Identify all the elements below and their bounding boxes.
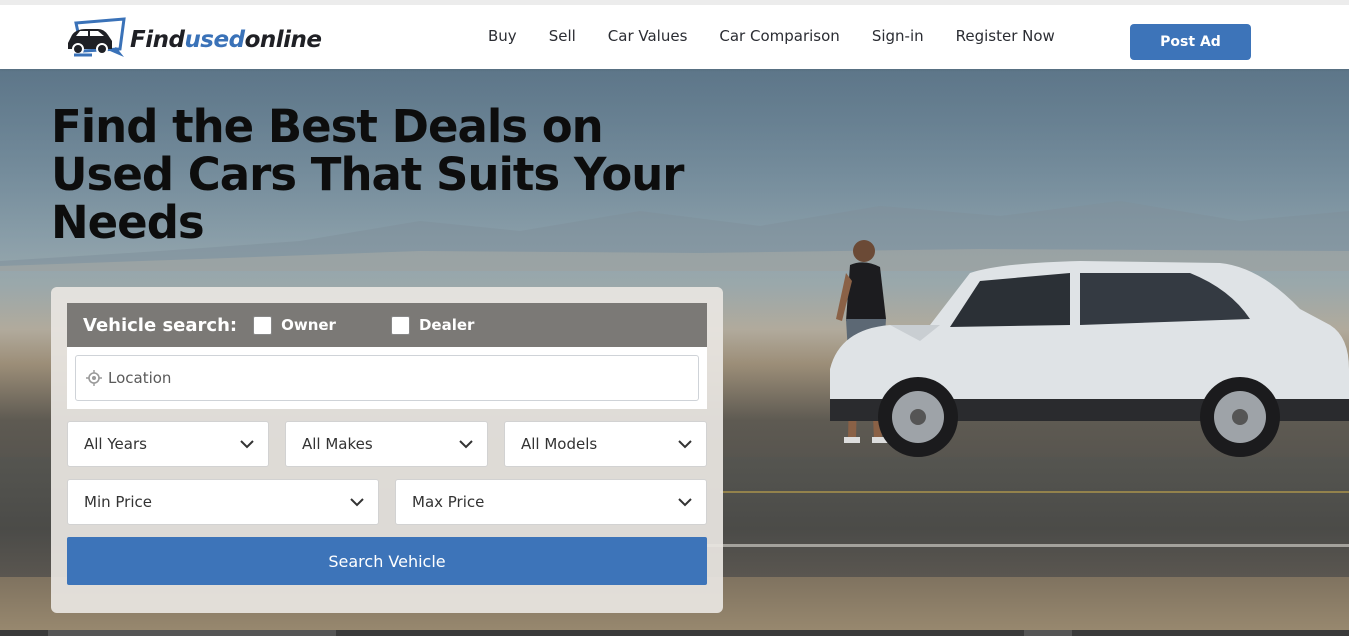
- makes-select-value: All Makes: [302, 435, 373, 453]
- nav-sign-in[interactable]: Sign-in: [872, 27, 924, 45]
- post-ad-button[interactable]: Post Ad: [1130, 24, 1251, 60]
- nav-register-now[interactable]: Register Now: [956, 27, 1055, 45]
- main-nav: Buy Sell Car Values Car Comparison Sign-…: [488, 27, 1087, 45]
- vehicle-search-header: Vehicle search: Owner Dealer: [67, 303, 707, 347]
- logo-text-used: used: [184, 27, 245, 53]
- location-input[interactable]: [75, 355, 699, 401]
- models-select-value: All Models: [521, 435, 598, 453]
- hero-headline: Find the Best Deals on Used Cars That Su…: [51, 100, 684, 249]
- max-price-select[interactable]: Max Price: [395, 479, 707, 525]
- car-monitor-icon: [68, 17, 126, 57]
- models-select[interactable]: All Models: [504, 421, 707, 467]
- dealer-checkbox-box[interactable]: [390, 315, 410, 335]
- chevron-down-icon: [240, 439, 254, 448]
- nav-car-values[interactable]: Car Values: [608, 27, 688, 45]
- vehicle-search-title: Vehicle search:: [83, 314, 238, 336]
- years-select-value: All Years: [84, 435, 147, 453]
- bottom-strip: [0, 630, 1349, 636]
- logo-text-online: online: [244, 27, 322, 53]
- max-price-select-value: Max Price: [412, 493, 485, 511]
- location-target-icon: [86, 370, 102, 386]
- logo-wordmark: Findusedonline: [130, 27, 322, 53]
- chevron-down-icon: [350, 497, 364, 506]
- car-and-person-image: [830, 240, 1349, 457]
- logo-text-find: Find: [130, 27, 185, 53]
- nav-buy[interactable]: Buy: [488, 27, 517, 45]
- dealer-checkbox[interactable]: Dealer: [390, 315, 475, 335]
- years-select[interactable]: All Years: [67, 421, 269, 467]
- owner-checkbox-box[interactable]: [253, 315, 273, 335]
- location-field-wrap: [67, 347, 707, 409]
- chevron-down-icon: [678, 497, 692, 506]
- min-price-select-value: Min Price: [84, 493, 152, 511]
- nav-car-comparison[interactable]: Car Comparison: [719, 27, 839, 45]
- site-header: Findusedonline Buy Sell Car Values Car C…: [0, 0, 1349, 69]
- chevron-down-icon: [678, 439, 692, 448]
- dealer-checkbox-label: Dealer: [418, 316, 475, 334]
- vehicle-search-card: Vehicle search: Owner Dealer All Years: [51, 287, 723, 613]
- owner-checkbox[interactable]: Owner: [253, 315, 336, 335]
- road-edge-line: [700, 544, 1349, 547]
- bottom-strip-segment: [48, 630, 336, 636]
- makes-select[interactable]: All Makes: [285, 421, 488, 467]
- owner-checkbox-label: Owner: [281, 316, 336, 334]
- hero-section: Find the Best Deals on Used Cars That Su…: [0, 69, 1349, 636]
- search-vehicle-button[interactable]: Search Vehicle: [67, 537, 707, 585]
- road-center-line: [720, 491, 1349, 493]
- nav-sell[interactable]: Sell: [549, 27, 576, 45]
- site-logo[interactable]: Findusedonline: [66, 17, 322, 59]
- bottom-strip-segment: [1024, 630, 1072, 636]
- chevron-down-icon: [459, 439, 473, 448]
- min-price-select[interactable]: Min Price: [67, 479, 379, 525]
